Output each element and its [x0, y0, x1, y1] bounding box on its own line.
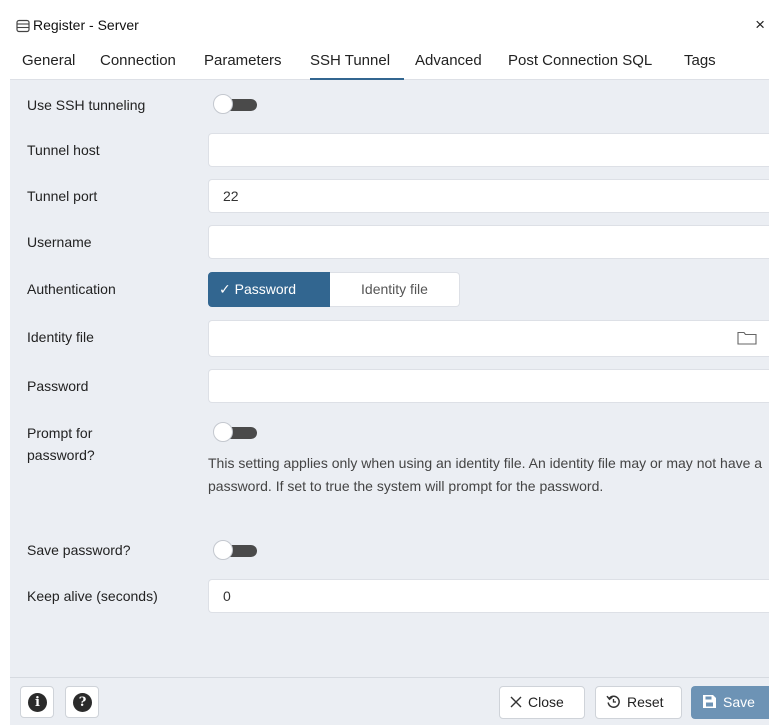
toggle-knob	[213, 422, 233, 442]
check-icon: ✓	[219, 281, 231, 297]
auth-password-label: Password	[234, 281, 297, 297]
close-button[interactable]: Close	[499, 686, 585, 719]
tab-ssh-tunnel[interactable]: SSH Tunnel	[310, 43, 404, 80]
prompt-password-help-text: This setting applies only when using an …	[208, 455, 763, 494]
tab-bar: General Connection Parameters SSH Tunnel…	[10, 43, 769, 80]
help-icon: ?	[73, 693, 92, 712]
username-input[interactable]	[208, 225, 769, 259]
close-icon[interactable]: ×	[755, 15, 765, 35]
info-icon: i	[28, 693, 47, 712]
reset-icon	[606, 695, 620, 709]
register-server-dialog: Register - Server × General Connection P…	[10, 10, 769, 725]
prompt-password-label-line2: password?	[27, 447, 95, 463]
save-button-label: Save	[723, 694, 755, 710]
authentication-label: Authentication	[27, 281, 116, 297]
tunnel-host-label: Tunnel host	[27, 142, 100, 158]
folder-icon[interactable]	[737, 330, 757, 345]
close-button-label: Close	[528, 694, 564, 710]
use-ssh-label: Use SSH tunneling	[27, 97, 146, 113]
password-label: Password	[27, 378, 89, 394]
keep-alive-input[interactable]: 0	[208, 579, 769, 613]
tab-advanced[interactable]: Advanced	[415, 43, 482, 80]
tunnel-port-input[interactable]: 22	[208, 179, 769, 213]
identity-file-label: Identity file	[27, 329, 94, 345]
tab-connection[interactable]: Connection	[100, 43, 176, 80]
keep-alive-label: Keep alive (seconds)	[27, 588, 158, 604]
server-icon	[16, 19, 30, 33]
username-label: Username	[27, 234, 92, 250]
toggle-knob	[213, 94, 233, 114]
tunnel-port-label: Tunnel port	[27, 188, 98, 204]
prompt-password-toggle[interactable]	[213, 422, 257, 442]
tunnel-host-input[interactable]	[208, 133, 769, 167]
auth-password-option[interactable]: ✓ Password	[208, 272, 330, 307]
title-bar: Register - Server ×	[10, 10, 769, 43]
reset-button[interactable]: Reset	[595, 686, 682, 719]
password-input[interactable]	[208, 369, 769, 403]
save-button[interactable]: Save	[691, 686, 769, 719]
close-x-icon	[510, 696, 522, 708]
dialog-footer: i ? Close Reset Save	[10, 677, 769, 725]
prompt-password-label-line1: Prompt for	[27, 425, 93, 441]
identity-file-input[interactable]	[208, 320, 769, 357]
save-password-label: Save password?	[27, 542, 131, 558]
use-ssh-toggle[interactable]	[213, 94, 257, 114]
save-password-toggle[interactable]	[213, 540, 257, 560]
save-icon	[703, 695, 716, 709]
dialog-title: Register - Server	[33, 17, 139, 33]
help-button[interactable]: ?	[65, 686, 99, 718]
reset-button-label: Reset	[627, 694, 664, 710]
info-button[interactable]: i	[20, 686, 54, 718]
authentication-selector: ✓ Password Identity file	[208, 272, 460, 307]
tab-post-connection-sql[interactable]: Post Connection SQL	[508, 43, 652, 80]
tab-parameters[interactable]: Parameters	[204, 43, 282, 80]
toggle-knob	[213, 540, 233, 560]
auth-identity-file-option[interactable]: Identity file	[330, 272, 460, 307]
tab-general[interactable]: General	[22, 43, 75, 80]
tab-tags[interactable]: Tags	[684, 43, 716, 80]
